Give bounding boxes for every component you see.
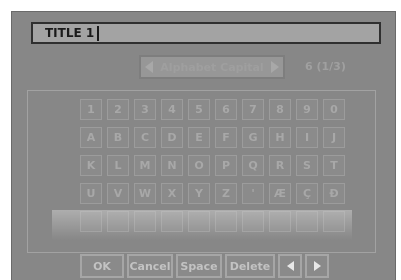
- title-input[interactable]: TITLE 1: [31, 22, 381, 44]
- key-button[interactable]: 5: [188, 99, 210, 120]
- text-entry-dialog: TITLE 1 Alphabet Capital 6 (1/3) 1234567…: [11, 11, 396, 280]
- key-button[interactable]: Æ: [269, 183, 291, 204]
- key-button[interactable]: Y: [188, 183, 210, 204]
- key-button[interactable]: B: [107, 127, 129, 148]
- key-button[interactable]: 0: [323, 99, 345, 120]
- key-button[interactable]: 9: [296, 99, 318, 120]
- text-cursor: [97, 25, 100, 41]
- key-button[interactable]: E: [188, 127, 210, 148]
- page-indicator: 6 (1/3): [305, 60, 346, 73]
- key-button[interactable]: 4: [161, 99, 183, 120]
- key-button[interactable]: R: [269, 155, 291, 176]
- key-button[interactable]: X: [161, 183, 183, 204]
- right-triangle-icon[interactable]: [271, 61, 279, 73]
- key-button[interactable]: P: [215, 155, 237, 176]
- character-set-selector[interactable]: Alphabet Capital: [139, 55, 285, 79]
- key-button[interactable]: 3: [134, 99, 156, 120]
- character-set-label: Alphabet Capital: [160, 60, 264, 74]
- right-arrow-icon: [313, 261, 321, 271]
- key-button[interactable]: 6: [215, 99, 237, 120]
- key-button[interactable]: D: [161, 127, 183, 148]
- space-button[interactable]: Space: [176, 254, 222, 278]
- cursor-left-button[interactable]: [278, 254, 302, 278]
- key-button[interactable]: T: [323, 155, 345, 176]
- key-button[interactable]: V: [107, 183, 129, 204]
- ok-button[interactable]: OK: [80, 254, 124, 278]
- key-button[interactable]: 2: [107, 99, 129, 120]
- key-button[interactable]: N: [161, 155, 183, 176]
- key-button[interactable]: K: [80, 155, 102, 176]
- key-button[interactable]: ': [242, 183, 264, 204]
- button-bar: OK Cancel Space Delete: [80, 254, 329, 278]
- key-button[interactable]: S: [296, 155, 318, 176]
- key-button[interactable]: Q: [242, 155, 264, 176]
- key-button[interactable]: I: [296, 127, 318, 148]
- title-input-text: TITLE 1: [45, 26, 95, 40]
- key-button[interactable]: Ç: [296, 183, 318, 204]
- key-button[interactable]: J: [323, 127, 345, 148]
- key-button[interactable]: W: [134, 183, 156, 204]
- key-button[interactable]: Đ: [323, 183, 345, 204]
- key-button[interactable]: M: [134, 155, 156, 176]
- left-arrow-icon: [286, 261, 294, 271]
- key-button[interactable]: H: [269, 127, 291, 148]
- left-triangle-icon[interactable]: [145, 61, 153, 73]
- key-button[interactable]: A: [80, 127, 102, 148]
- key-button[interactable]: U: [80, 183, 102, 204]
- delete-button[interactable]: Delete: [225, 254, 275, 278]
- key-button[interactable]: G: [242, 127, 264, 148]
- cursor-right-button[interactable]: [305, 254, 329, 278]
- key-button[interactable]: L: [107, 155, 129, 176]
- cancel-button[interactable]: Cancel: [127, 254, 173, 278]
- key-button[interactable]: F: [215, 127, 237, 148]
- key-button[interactable]: Z: [215, 183, 237, 204]
- keypad-fade-overlay: [52, 210, 352, 240]
- key-button[interactable]: 1: [80, 99, 102, 120]
- key-button[interactable]: O: [188, 155, 210, 176]
- key-button[interactable]: C: [134, 127, 156, 148]
- key-button[interactable]: 8: [269, 99, 291, 120]
- key-button[interactable]: 7: [242, 99, 264, 120]
